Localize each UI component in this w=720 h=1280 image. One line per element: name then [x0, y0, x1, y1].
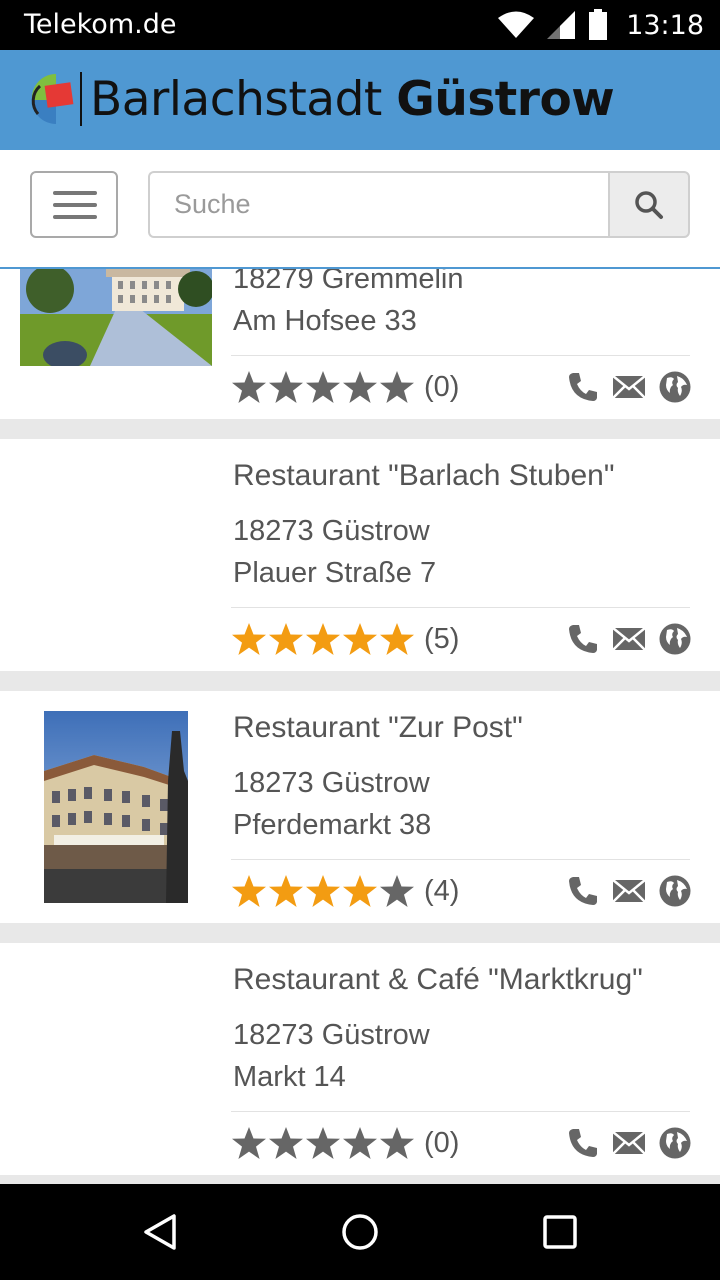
clock: 13:18 — [626, 9, 704, 41]
email-icon[interactable] — [612, 370, 646, 404]
star-filled-icon — [380, 623, 414, 655]
listing-card[interactable]: Restaurant "Barlach Stuben" 18273 Güstro… — [0, 439, 720, 671]
listing-street: Plauer Straße 7 — [233, 557, 437, 589]
home-icon[interactable] — [340, 1212, 380, 1252]
hamburger-line — [53, 203, 97, 207]
star-empty-icon — [343, 1127, 377, 1159]
search-field[interactable] — [148, 171, 610, 238]
battery-icon — [589, 9, 608, 40]
listing-street: Pferdemarkt 38 — [233, 809, 432, 841]
star-filled-icon — [232, 623, 266, 655]
search-button[interactable] — [608, 171, 690, 238]
rating-stars: (4) — [231, 871, 459, 911]
star-filled-icon — [269, 623, 303, 655]
rating-stars: (0) — [231, 367, 459, 407]
listing-photo-building[interactable] — [44, 711, 188, 903]
status-bar: Telekom.de 13:18 — [0, 0, 720, 50]
wifi-icon — [498, 11, 535, 38]
star-filled-icon — [343, 623, 377, 655]
phone-icon[interactable] — [566, 622, 600, 656]
star-empty-icon — [343, 371, 377, 403]
listing-street: Am Hofsee 33 — [233, 305, 417, 337]
star-empty-icon — [306, 371, 340, 403]
site-title-regular: Barlachstadt — [90, 72, 382, 127]
star-empty-icon — [269, 371, 303, 403]
website-globe-icon[interactable] — [658, 370, 692, 404]
recent-apps-icon[interactable] — [540, 1212, 580, 1252]
star-filled-icon — [343, 875, 377, 907]
logo-divider — [80, 72, 82, 126]
rating-stars: (0) — [231, 1123, 459, 1163]
hamburger-line — [53, 191, 97, 195]
listing-zip-city: 18273 Güstrow — [233, 1019, 430, 1051]
listing-street: Markt 14 — [233, 1061, 346, 1093]
rating-count: (0) — [424, 1126, 460, 1159]
listing-divider — [231, 355, 690, 356]
listing-actions — [566, 1126, 692, 1160]
phone-icon[interactable] — [566, 1126, 600, 1160]
listing-name[interactable]: Restaurant & Café "Marktkrug" — [233, 963, 643, 997]
back-icon[interactable] — [140, 1212, 180, 1252]
listing-name[interactable]: Restaurant "Zur Post" — [233, 711, 523, 745]
listing-card[interactable]: 18279 Gremmelin Am Hofsee 33 (0) — [0, 269, 720, 419]
star-empty-icon — [232, 1127, 266, 1159]
star-empty-icon — [380, 371, 414, 403]
listing-divider — [231, 1111, 690, 1112]
listing-zip-city: 18273 Güstrow — [233, 515, 430, 547]
site-title-bold: Güstrow — [396, 72, 615, 127]
listing-list[interactable]: 18279 Gremmelin Am Hofsee 33 (0) Restaur… — [0, 269, 720, 1184]
hamburger-line — [53, 215, 97, 219]
listing-actions — [566, 370, 692, 404]
star-empty-icon — [380, 1127, 414, 1159]
search-input[interactable] — [150, 173, 610, 236]
listing-photo-manor-house[interactable] — [20, 269, 212, 366]
system-nav-bar — [0, 1184, 720, 1280]
toolbar — [0, 150, 720, 269]
listing-zip-city: 18273 Güstrow — [233, 767, 430, 799]
listing-zip-city: 18279 Gremmelin — [233, 269, 464, 295]
listing-actions — [566, 874, 692, 908]
star-filled-icon — [269, 875, 303, 907]
listing-card[interactable]: Restaurant "Zur Post" 18273 Güstrow Pfer… — [0, 691, 720, 923]
listing-divider — [231, 607, 690, 608]
carrier-name: Telekom.de — [24, 9, 177, 40]
site-title[interactable]: Barlachstadt Güstrow — [90, 72, 615, 127]
site-header: Barlachstadt Güstrow — [0, 50, 720, 150]
star-empty-icon — [306, 1127, 340, 1159]
star-empty-icon — [232, 371, 266, 403]
email-icon[interactable] — [612, 874, 646, 908]
website-globe-icon[interactable] — [658, 1126, 692, 1160]
rating-count: (0) — [424, 370, 460, 403]
search-icon — [635, 190, 663, 219]
listing-card[interactable]: Restaurant & Café "Marktkrug" 18273 Güst… — [0, 943, 720, 1175]
menu-button[interactable] — [30, 171, 118, 238]
star-filled-icon — [306, 875, 340, 907]
phone-icon[interactable] — [566, 370, 600, 404]
cell-signal-icon — [547, 11, 576, 39]
star-filled-icon — [306, 623, 340, 655]
website-globe-icon[interactable] — [658, 622, 692, 656]
listing-name[interactable]: Restaurant "Barlach Stuben" — [233, 459, 615, 493]
rating-stars: (5) — [231, 619, 459, 659]
star-filled-icon — [232, 875, 266, 907]
rating-count: (5) — [424, 622, 460, 655]
star-empty-icon — [269, 1127, 303, 1159]
website-globe-icon[interactable] — [658, 874, 692, 908]
listing-divider — [231, 859, 690, 860]
listing-actions — [566, 622, 692, 656]
email-icon[interactable] — [612, 1126, 646, 1160]
phone-icon[interactable] — [566, 874, 600, 908]
email-icon[interactable] — [612, 622, 646, 656]
star-empty-icon — [380, 875, 414, 907]
rating-count: (4) — [424, 874, 460, 907]
city-logo-icon[interactable] — [28, 70, 78, 126]
